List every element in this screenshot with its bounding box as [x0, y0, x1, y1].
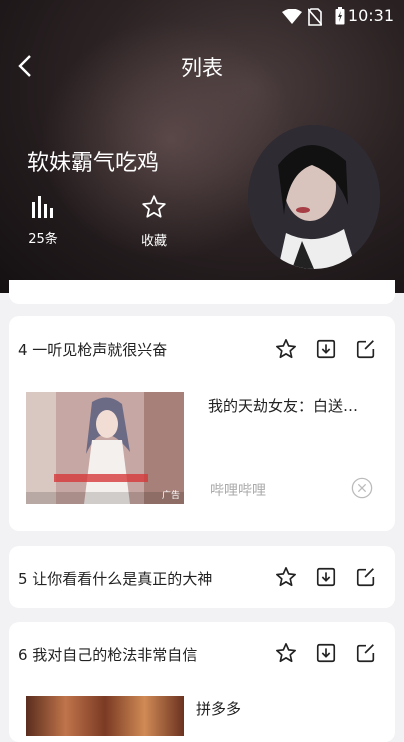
- item-count-stat: 25条: [13, 194, 73, 247]
- ad-title[interactable]: 我的天劫女友：白送…: [208, 395, 358, 416]
- star-icon[interactable]: [275, 642, 297, 664]
- ad-thumbnail[interactable]: [26, 696, 184, 736]
- download-icon[interactable]: [315, 338, 337, 360]
- star-icon[interactable]: [275, 338, 297, 360]
- profile-header: 10:31 列表 软妹霸气吃鸡 25条 收藏: [0, 0, 404, 293]
- download-icon[interactable]: [315, 566, 337, 588]
- page-title: 列表: [181, 56, 223, 80]
- ad-badge: 广告: [161, 491, 180, 501]
- wifi-icon: [282, 9, 302, 24]
- star-icon: [142, 195, 166, 218]
- edit-icon[interactable]: [355, 642, 377, 664]
- favorite-label: 收藏: [140, 234, 167, 249]
- edit-icon[interactable]: [355, 338, 377, 360]
- clock: 10:31: [347, 6, 394, 25]
- close-ad-icon[interactable]: [351, 477, 373, 499]
- ad-title[interactable]: 拼多多: [196, 698, 241, 719]
- star-icon[interactable]: [275, 566, 297, 588]
- item-title: 6 我对自己的枪法非常自信: [18, 646, 198, 664]
- no-sim-icon: [308, 8, 322, 26]
- item-title: 4 一听见枪声就很兴奋: [18, 341, 168, 359]
- avatar: [248, 125, 380, 269]
- item-count-label: 25条: [28, 232, 58, 247]
- previous-item-card: [9, 280, 395, 304]
- battery-charging-icon: [335, 7, 345, 25]
- ad-source: 哔哩哔哩: [210, 483, 266, 499]
- bar-chart-icon: [32, 196, 53, 218]
- playlist-owner-name: 软妹霸气吃鸡: [27, 151, 160, 176]
- list-item[interactable]: 6 我对自己的枪法非常自信 拼多多: [9, 622, 395, 742]
- ad-thumbnail[interactable]: 广告: [26, 392, 184, 504]
- edit-icon[interactable]: [355, 566, 377, 588]
- item-title: 5 让你看看什么是真正的大神: [18, 570, 213, 588]
- list-item[interactable]: 4 一听见枪声就很兴奋 广告 我的天劫女友：白送… 哔哩哔哩: [9, 316, 395, 531]
- favorite-button[interactable]: 收藏: [124, 194, 184, 249]
- download-icon[interactable]: [315, 642, 337, 664]
- list-item[interactable]: 5 让你看看什么是真正的大神: [9, 546, 395, 608]
- status-bar: 10:31: [0, 0, 404, 32]
